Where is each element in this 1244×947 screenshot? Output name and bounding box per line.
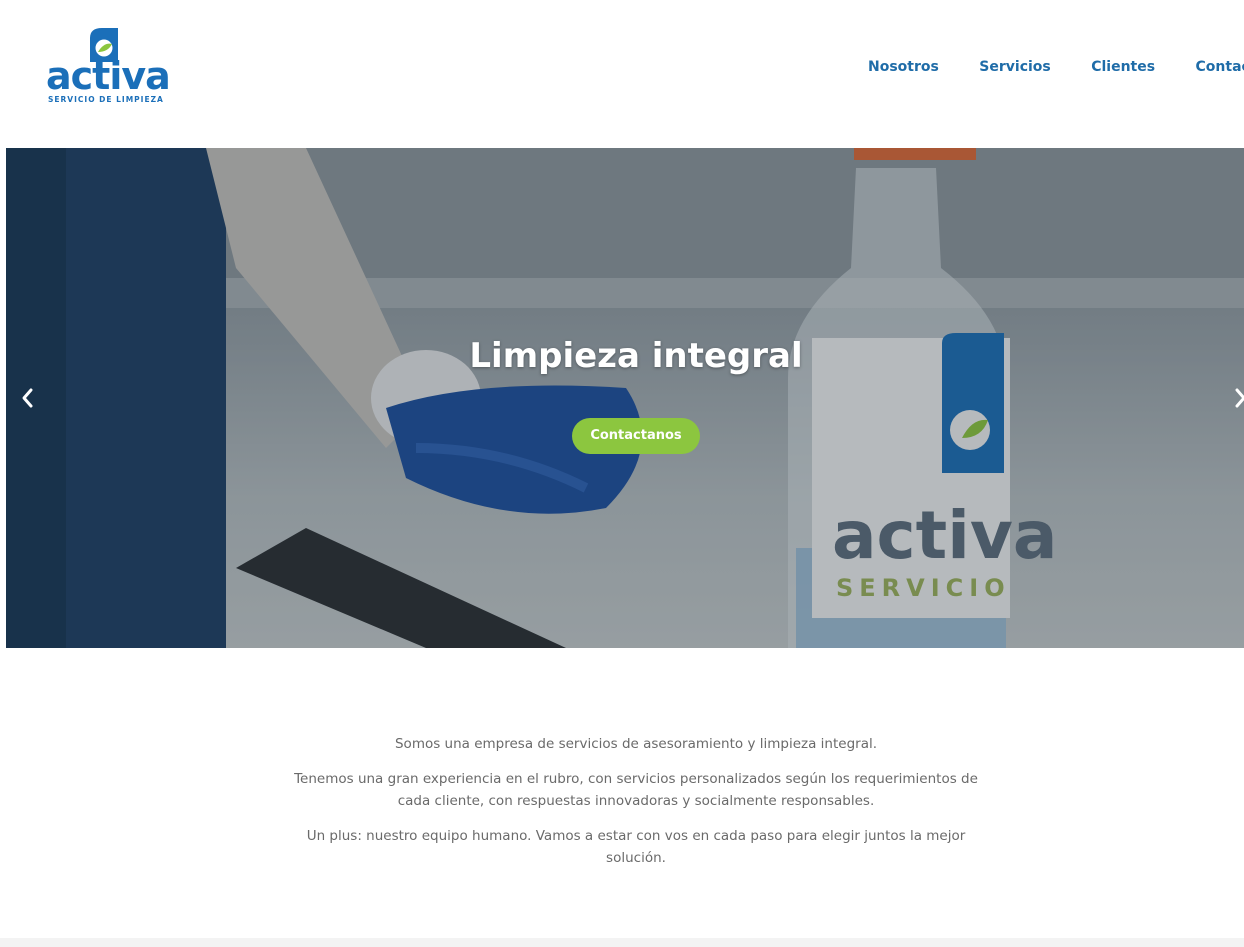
page: activa SERVICIO DE LIMPIEZA Nosotros Ser…: [0, 0, 1244, 947]
intro-paragraph: Un plus: nuestro equipo humano. Vamos a …: [306, 828, 966, 866]
slider-prev-button[interactable]: [16, 386, 40, 410]
intro-paragraph: Somos una empresa de servicios de asesor…: [394, 736, 878, 752]
hero-slider: activa SERVICIO Limpieza integral Contac…: [6, 148, 1244, 648]
footer-strip: [0, 938, 1244, 947]
hero-title: Limpieza integral: [469, 336, 803, 376]
chevron-left-icon: [22, 388, 33, 408]
nav-item-servicios[interactable]: Servicios: [979, 59, 1050, 75]
nav-item-contacto[interactable]: Contacto: [1196, 59, 1244, 75]
brand-logo[interactable]: activa SERVICIO DE LIMPIEZA: [44, 26, 171, 106]
slider-next-button[interactable]: [1228, 386, 1244, 410]
intro-paragraph: Tenemos una gran experiencia en el rubro…: [294, 771, 978, 809]
nav-item-nosotros[interactable]: Nosotros: [868, 59, 939, 75]
logo-tagline: SERVICIO DE LIMPIEZA: [48, 95, 164, 104]
hero-overlay: [6, 148, 1244, 648]
site-header: activa SERVICIO DE LIMPIEZA Nosotros Ser…: [0, 0, 1244, 148]
nav-item-clientes[interactable]: Clientes: [1091, 59, 1155, 75]
logo-wordmark: activa: [46, 54, 171, 98]
contact-cta-button[interactable]: Contactanos: [572, 418, 700, 454]
main-nav: Nosotros Servicios Clientes Contacto: [868, 58, 1244, 76]
chevron-right-icon: [1235, 388, 1244, 408]
intro-section: Somos una empresa de servicios de asesor…: [0, 733, 1244, 882]
